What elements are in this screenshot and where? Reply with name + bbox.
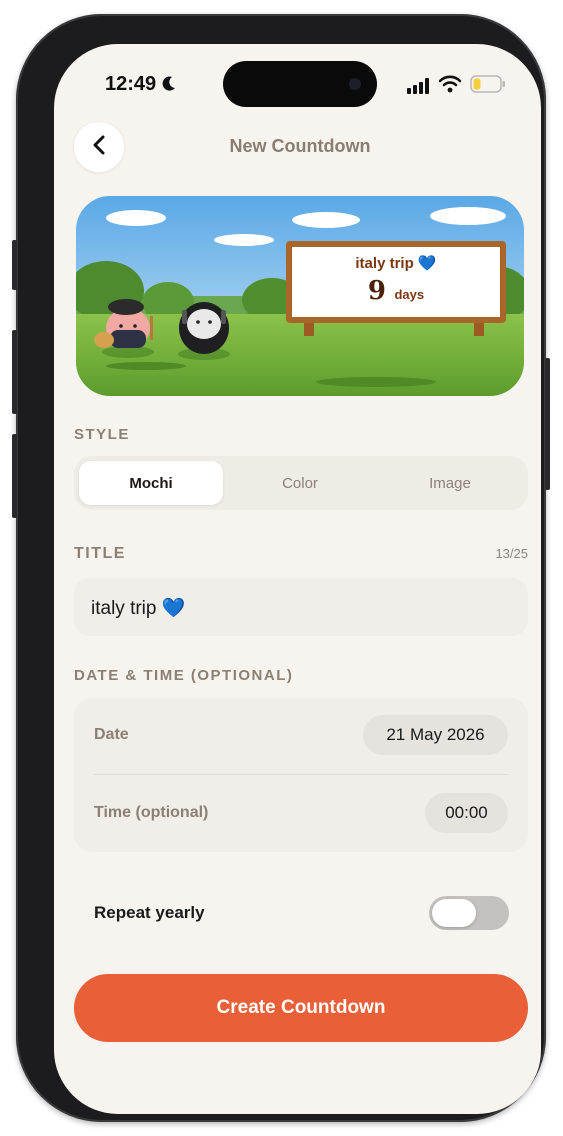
wifi-icon: [438, 75, 462, 98]
title-char-counter: 13/25: [495, 546, 528, 561]
style-segmented-control: Mochi Color Image: [74, 456, 528, 510]
time-label: Time (optional): [94, 804, 209, 821]
datetime-divider: [94, 774, 508, 775]
battery-icon: [470, 75, 506, 98]
status-time: 12:49: [105, 73, 176, 98]
date-label: Date: [94, 726, 129, 743]
title-section-label: TITLE: [74, 545, 126, 562]
repeat-yearly-toggle[interactable]: [429, 896, 509, 930]
create-countdown-button[interactable]: Create Countdown: [74, 974, 528, 1042]
volume-up-button: [12, 330, 17, 414]
style-option-mochi[interactable]: Mochi: [79, 461, 223, 505]
style-option-color[interactable]: Color: [226, 461, 374, 505]
countdown-preview: italy trip 💙 9 days: [76, 196, 524, 396]
time-picker[interactable]: 00:00: [425, 793, 508, 833]
date-picker[interactable]: 21 May 2026: [363, 715, 508, 755]
preview-day-unit: days: [394, 287, 425, 302]
datetime-section-label: DATE & TIME (OPTIONAL): [74, 667, 294, 684]
app-screen: 12:49 New Countdown italy trip 💙 9 days …: [54, 44, 541, 1114]
datetime-card: Date 21 May 2026 Time (optional) 00:00: [74, 698, 528, 852]
repeat-yearly-label: Repeat yearly: [94, 903, 205, 922]
dynamic-island: [223, 61, 377, 107]
title-input-value: italy trip 💙: [91, 598, 186, 619]
power-button: [545, 358, 550, 490]
preview-sign-title: italy trip 💙: [355, 255, 437, 272]
style-option-image[interactable]: Image: [376, 461, 524, 505]
blue-heart-icon: 💙: [417, 255, 437, 272]
preview-day-count: 9: [367, 276, 386, 306]
preview-days: 9 days: [292, 276, 500, 306]
moon-icon: [162, 75, 176, 98]
page-title: New Countdown: [229, 136, 371, 156]
title-input[interactable]: italy trip 💙: [74, 578, 528, 636]
phone-frame: 12:49 New Countdown italy trip 💙 9 days …: [12, 14, 550, 1122]
toggle-knob: [432, 899, 476, 927]
style-section-label: STYLE: [74, 426, 130, 443]
volume-down-button: [12, 434, 17, 518]
cellular-signal-icon: [407, 78, 431, 99]
action-button: [12, 240, 17, 290]
